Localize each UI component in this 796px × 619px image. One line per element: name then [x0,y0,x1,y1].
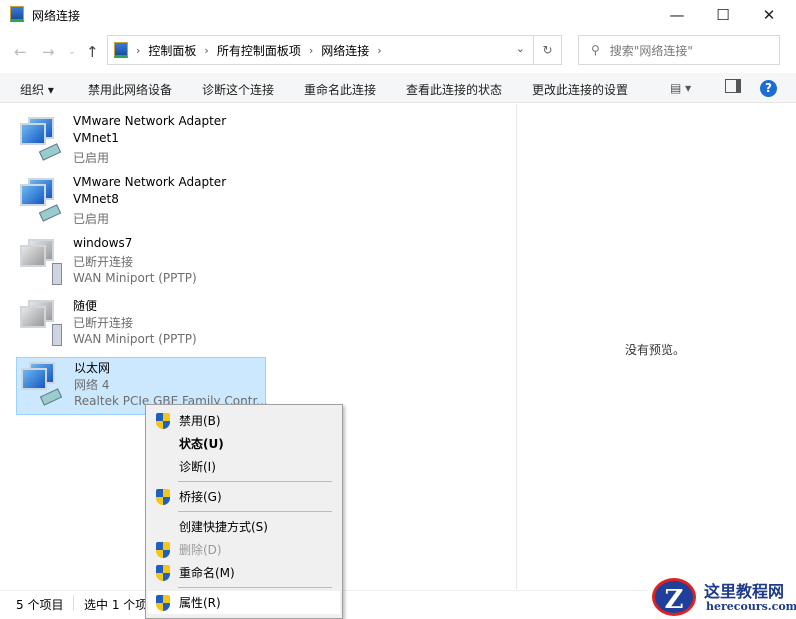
close-button[interactable]: ✕ [746,0,792,30]
search-input[interactable]: ⚲ 搜索"网络连接" [578,35,780,65]
organize-menu[interactable]: 组织 ▾ [20,81,54,98]
help-icon[interactable]: ? [760,80,777,97]
item-count: 5 个项目 [16,598,64,612]
breadcrumb-item[interactable]: 控制面板 [148,42,196,59]
preview-message: 没有预览。 [625,343,686,357]
title-bar: 网络连接 — ☐ ✕ [0,0,796,30]
vpn-connection-icon [20,300,62,346]
address-bar[interactable]: › 控制面板 › 所有控制面板项 › 网络连接 › ⌄ ↻ [107,35,562,65]
connection-item[interactable]: windows7 已断开连接 WAN Miniport (PPTP) [16,235,266,293]
network-folder-icon [10,6,24,22]
view-status-button[interactable]: 查看此连接的状态 [406,81,502,98]
preview-pane-icon[interactable] [725,79,741,93]
menu-item-bridge[interactable]: 桥接(G) [148,485,340,508]
change-settings-button[interactable]: 更改此连接的设置 [532,81,628,98]
search-icon: ⚲ [591,43,600,57]
network-adapter-icon [20,117,62,163]
breadcrumb-item[interactable]: 所有控制面板项 [217,42,301,59]
menu-item-status[interactable]: 状态(U) [148,432,340,455]
diagnose-button[interactable]: 诊断这个连接 [202,81,274,98]
view-options-icon[interactable]: ▤ ▾ [670,81,691,95]
forward-button[interactable]: → [42,43,55,61]
menu-item-diagnose[interactable]: 诊断(I) [148,455,340,478]
network-adapter-icon [20,178,62,224]
context-menu: 禁用(B) 状态(U) 诊断(I) 桥接(G) 创建快捷方式(S) 删除(D) … [145,404,343,619]
watermark: Z 这里教程网 herecours.com [648,576,796,619]
chevron-down-icon[interactable]: ⌄ [516,42,525,55]
network-folder-icon [114,42,128,58]
menu-item-properties[interactable]: 属性(R) [148,591,340,614]
minimize-button[interactable]: — [654,0,700,30]
menu-item-create-shortcut[interactable]: 创建快捷方式(S) [148,515,340,538]
menu-item-rename[interactable]: 重命名(M) [148,561,340,584]
uac-shield-icon [156,595,170,611]
network-adapter-icon [21,362,63,408]
menu-separator [178,587,332,588]
recent-dropdown[interactable]: ⌄ [68,47,76,57]
connection-item[interactable]: 随便 已断开连接 WAN Miniport (PPTP) [16,296,266,354]
menu-separator [178,481,332,482]
menu-item-disable[interactable]: 禁用(B) [148,409,340,432]
window-title: 网络连接 [32,9,81,23]
menu-separator [178,511,332,512]
vpn-connection-icon [20,239,62,285]
uac-shield-icon [156,565,170,581]
watermark-logo: Z [652,578,696,616]
connection-item[interactable]: VMware Network Adapter VMnet8 已启用 [16,174,266,232]
uac-shield-icon [156,413,170,429]
disable-device-button[interactable]: 禁用此网络设备 [88,81,172,98]
rename-button[interactable]: 重命名此连接 [304,81,376,98]
up-button[interactable]: ↑ [86,43,99,61]
back-button[interactable]: ← [14,43,27,61]
breadcrumb-item[interactable]: 网络连接 [321,42,369,59]
uac-shield-icon [156,542,170,558]
connection-item[interactable]: VMware Network Adapter VMnet1 已启用 [16,113,266,171]
uac-shield-icon [156,489,170,505]
refresh-button[interactable]: ↻ [533,36,561,64]
menu-item-delete: 删除(D) [148,538,340,561]
pane-divider[interactable] [516,104,517,589]
maximize-button[interactable]: ☐ [700,0,746,30]
